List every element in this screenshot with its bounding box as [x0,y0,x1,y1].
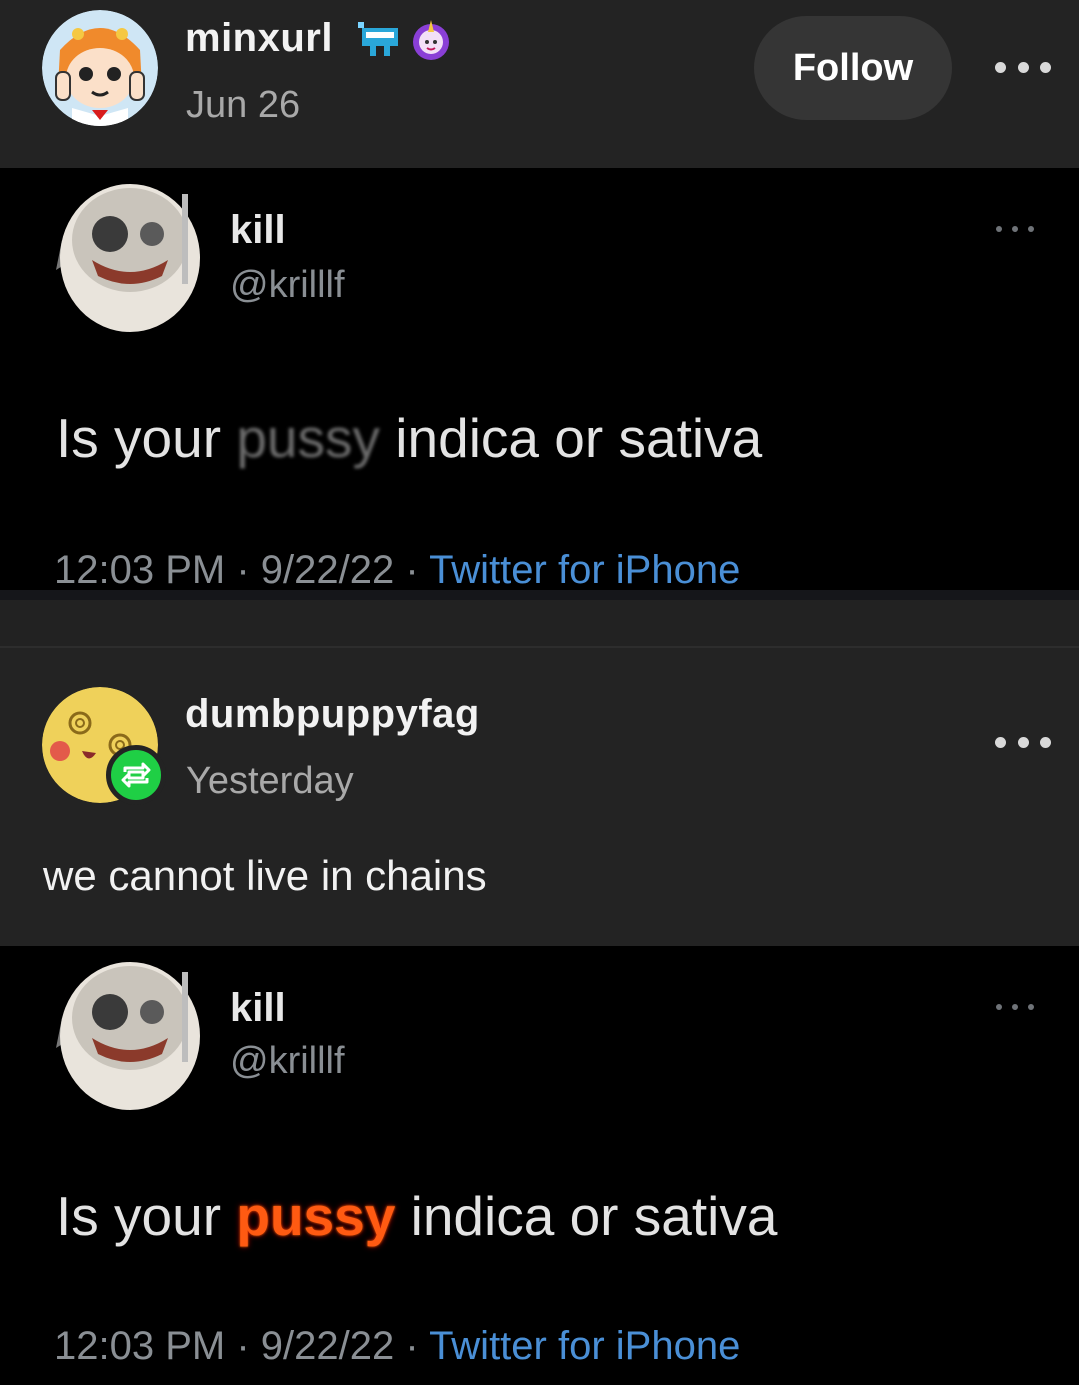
tweet-text-end: indica or sativa [380,407,763,469]
tweet-screenshot-image: kill @krilllf Is your pussy indica or sa… [0,946,1079,1385]
post-date[interactable]: Yesterday [186,760,354,803]
tweet-client: Twitter for iPhone [429,548,741,592]
reblog-icon [106,745,166,805]
tweet-handle: @krilllf [230,264,345,306]
post-date[interactable]: Jun 26 [186,84,300,127]
tweet-avatar [52,180,200,334]
post-header: minxurl Jun 26 Follow [0,0,1079,168]
tweet-screenshot-image: kill @krilllf Is your pussy indica or sa… [0,168,1079,600]
tweet-text-start: Is your [56,1185,237,1247]
dashboard-feed: minxurl Jun 26 Follow kill @krilllf Is y… [0,0,1079,1385]
tweet-date: 9/22/22 [260,548,395,592]
post-header: dumbpuppyfag Yesterday we cannot live in… [0,648,1079,946]
tweet-text-end: indica or sativa [395,1185,778,1247]
tweet-display-name: kill [230,208,286,252]
tweet-ellipsis-icon [996,1004,1034,1014]
tweet-time: 12:03 PM [54,548,226,592]
unicorn-badge-icon[interactable] [410,18,452,67]
tweet-ellipsis-icon [996,226,1034,236]
tweet-handle: @krilllf [230,1040,345,1082]
tweet-text-censored: pussy [236,407,381,469]
tweet-meta: 12:03 PM · 9/22/22 · Twitter for iPhone [54,1324,741,1368]
post-username[interactable]: dumbpuppyfag [185,692,480,737]
tweet-text-fire: pussy [236,1185,396,1247]
follow-button[interactable]: Follow [754,16,952,120]
avatar[interactable] [42,10,158,126]
tweet-display-name: kill [230,986,286,1030]
tweet-client: Twitter for iPhone [429,1324,741,1368]
post-username[interactable]: minxurl [185,16,333,61]
tweet-meta: 12:03 PM · 9/22/22 · Twitter for iPhone [54,548,741,592]
ellipsis-icon[interactable] [995,52,1051,82]
tweet-date: 9/22/22 [260,1324,395,1368]
post-divider [0,600,1079,646]
pixel-badge-icon[interactable] [358,20,402,65]
tweet-text-start: Is your [56,407,237,469]
tweet-avatar [52,958,200,1112]
post-body-text: we cannot live in chains [43,852,487,899]
tweet-text: Is your pussy indica or sativa [56,406,762,470]
ellipsis-icon[interactable] [995,727,1051,757]
tweet-bottom-border [0,590,1079,600]
tweet-time: 12:03 PM [54,1324,226,1368]
tweet-text: Is your pussy indica or sativa [56,1184,777,1248]
